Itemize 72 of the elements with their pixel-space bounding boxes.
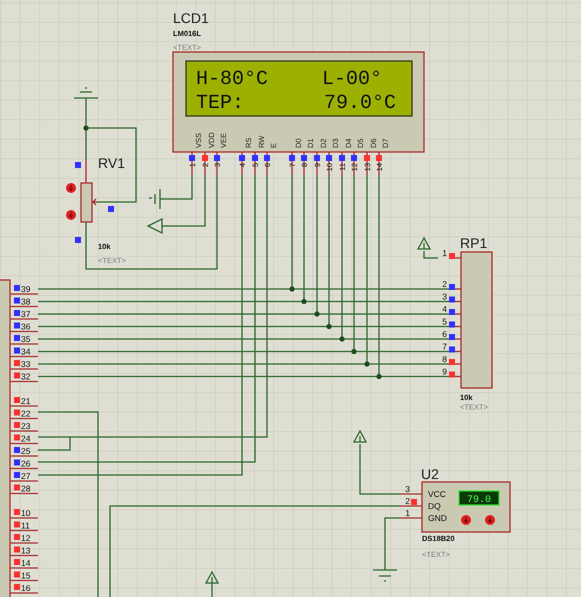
lcd-text: 79.0°C [324, 92, 396, 115]
pin-number: 12 [21, 533, 30, 543]
junction-dot [301, 298, 307, 304]
lcd-text: TEP: [196, 92, 244, 115]
junction-dot [339, 336, 345, 342]
power-terminal-icon [204, 571, 219, 584]
pin-number: 24 [21, 434, 30, 444]
temperature-display [458, 490, 500, 506]
pin-number: 1 [442, 248, 447, 258]
pin-number: 28 [21, 484, 30, 494]
pin-number: 22 [21, 408, 30, 418]
pin-number: 34 [21, 346, 30, 356]
junction-dot [83, 125, 89, 131]
pin-number: 27 [21, 471, 30, 481]
pin-number: 23 [21, 421, 30, 431]
pin-number: 39 [21, 284, 30, 294]
pin-number: 5 [442, 316, 447, 326]
pin-number: 13 [21, 546, 30, 556]
ground-icon [73, 87, 99, 99]
component-reference: U2 [421, 466, 439, 482]
pin-number: 11 [21, 520, 30, 530]
pin-number: 36 [21, 322, 30, 332]
pin-number: 10 [21, 508, 30, 518]
wiper-arrow-icon [92, 198, 98, 206]
pin-label: GND [428, 513, 447, 523]
wire [423, 251, 438, 259]
probe-icon [461, 515, 471, 525]
pin-label: DQ [428, 501, 441, 511]
component-reference: RP1 [460, 235, 488, 251]
junction-dot [376, 374, 382, 380]
potentiometer-body [80, 182, 93, 223]
pin-number: 2 [442, 279, 447, 289]
pin-number: 35 [21, 334, 30, 344]
pin-number: 15 [21, 570, 30, 580]
battery-icon [148, 188, 161, 210]
pin-number: 14 [21, 558, 30, 568]
pin-number: 38 [21, 296, 30, 306]
pin-number: 2 [405, 496, 410, 506]
pin-number: 16 [21, 583, 30, 593]
pin-number: 7 [442, 342, 447, 352]
ground-icon [372, 569, 398, 582]
pin-number: 33 [21, 359, 30, 369]
power-terminal-icon [416, 237, 431, 250]
pin-number: 4 [442, 304, 447, 314]
component-reference: RV1 [98, 155, 125, 171]
pin-number: 8 [442, 354, 447, 364]
pin-number: 25 [21, 446, 30, 456]
junction-dot [351, 348, 357, 354]
junction-dot [326, 324, 332, 330]
pin-number: 26 [21, 458, 30, 468]
pin-label: VCC [428, 489, 446, 499]
component-reference: LCD1 [173, 10, 209, 26]
power-terminal-icon [146, 218, 163, 234]
pin-number: 3 [405, 484, 410, 494]
temperature-readout: 79.0 [467, 495, 491, 506]
power-terminal-icon [352, 430, 367, 443]
lcd-text: H-80°C [196, 68, 268, 91]
pin-number: 1 [405, 508, 410, 518]
junction-dot [314, 311, 320, 317]
pin-number: 9 [442, 366, 447, 376]
pin-number: 6 [442, 329, 447, 339]
pin-number: 21 [21, 396, 30, 406]
probe-icon [66, 210, 76, 220]
junction-dot [364, 361, 370, 367]
lcd-text: L-00° [322, 68, 382, 91]
junction-dot [289, 286, 295, 292]
probe-icon [66, 183, 76, 193]
wire [359, 444, 400, 495]
pin-number: 37 [21, 309, 30, 319]
probe-icon [485, 515, 495, 525]
pin-number: 3 [442, 292, 447, 302]
pin-number: 32 [21, 372, 30, 382]
